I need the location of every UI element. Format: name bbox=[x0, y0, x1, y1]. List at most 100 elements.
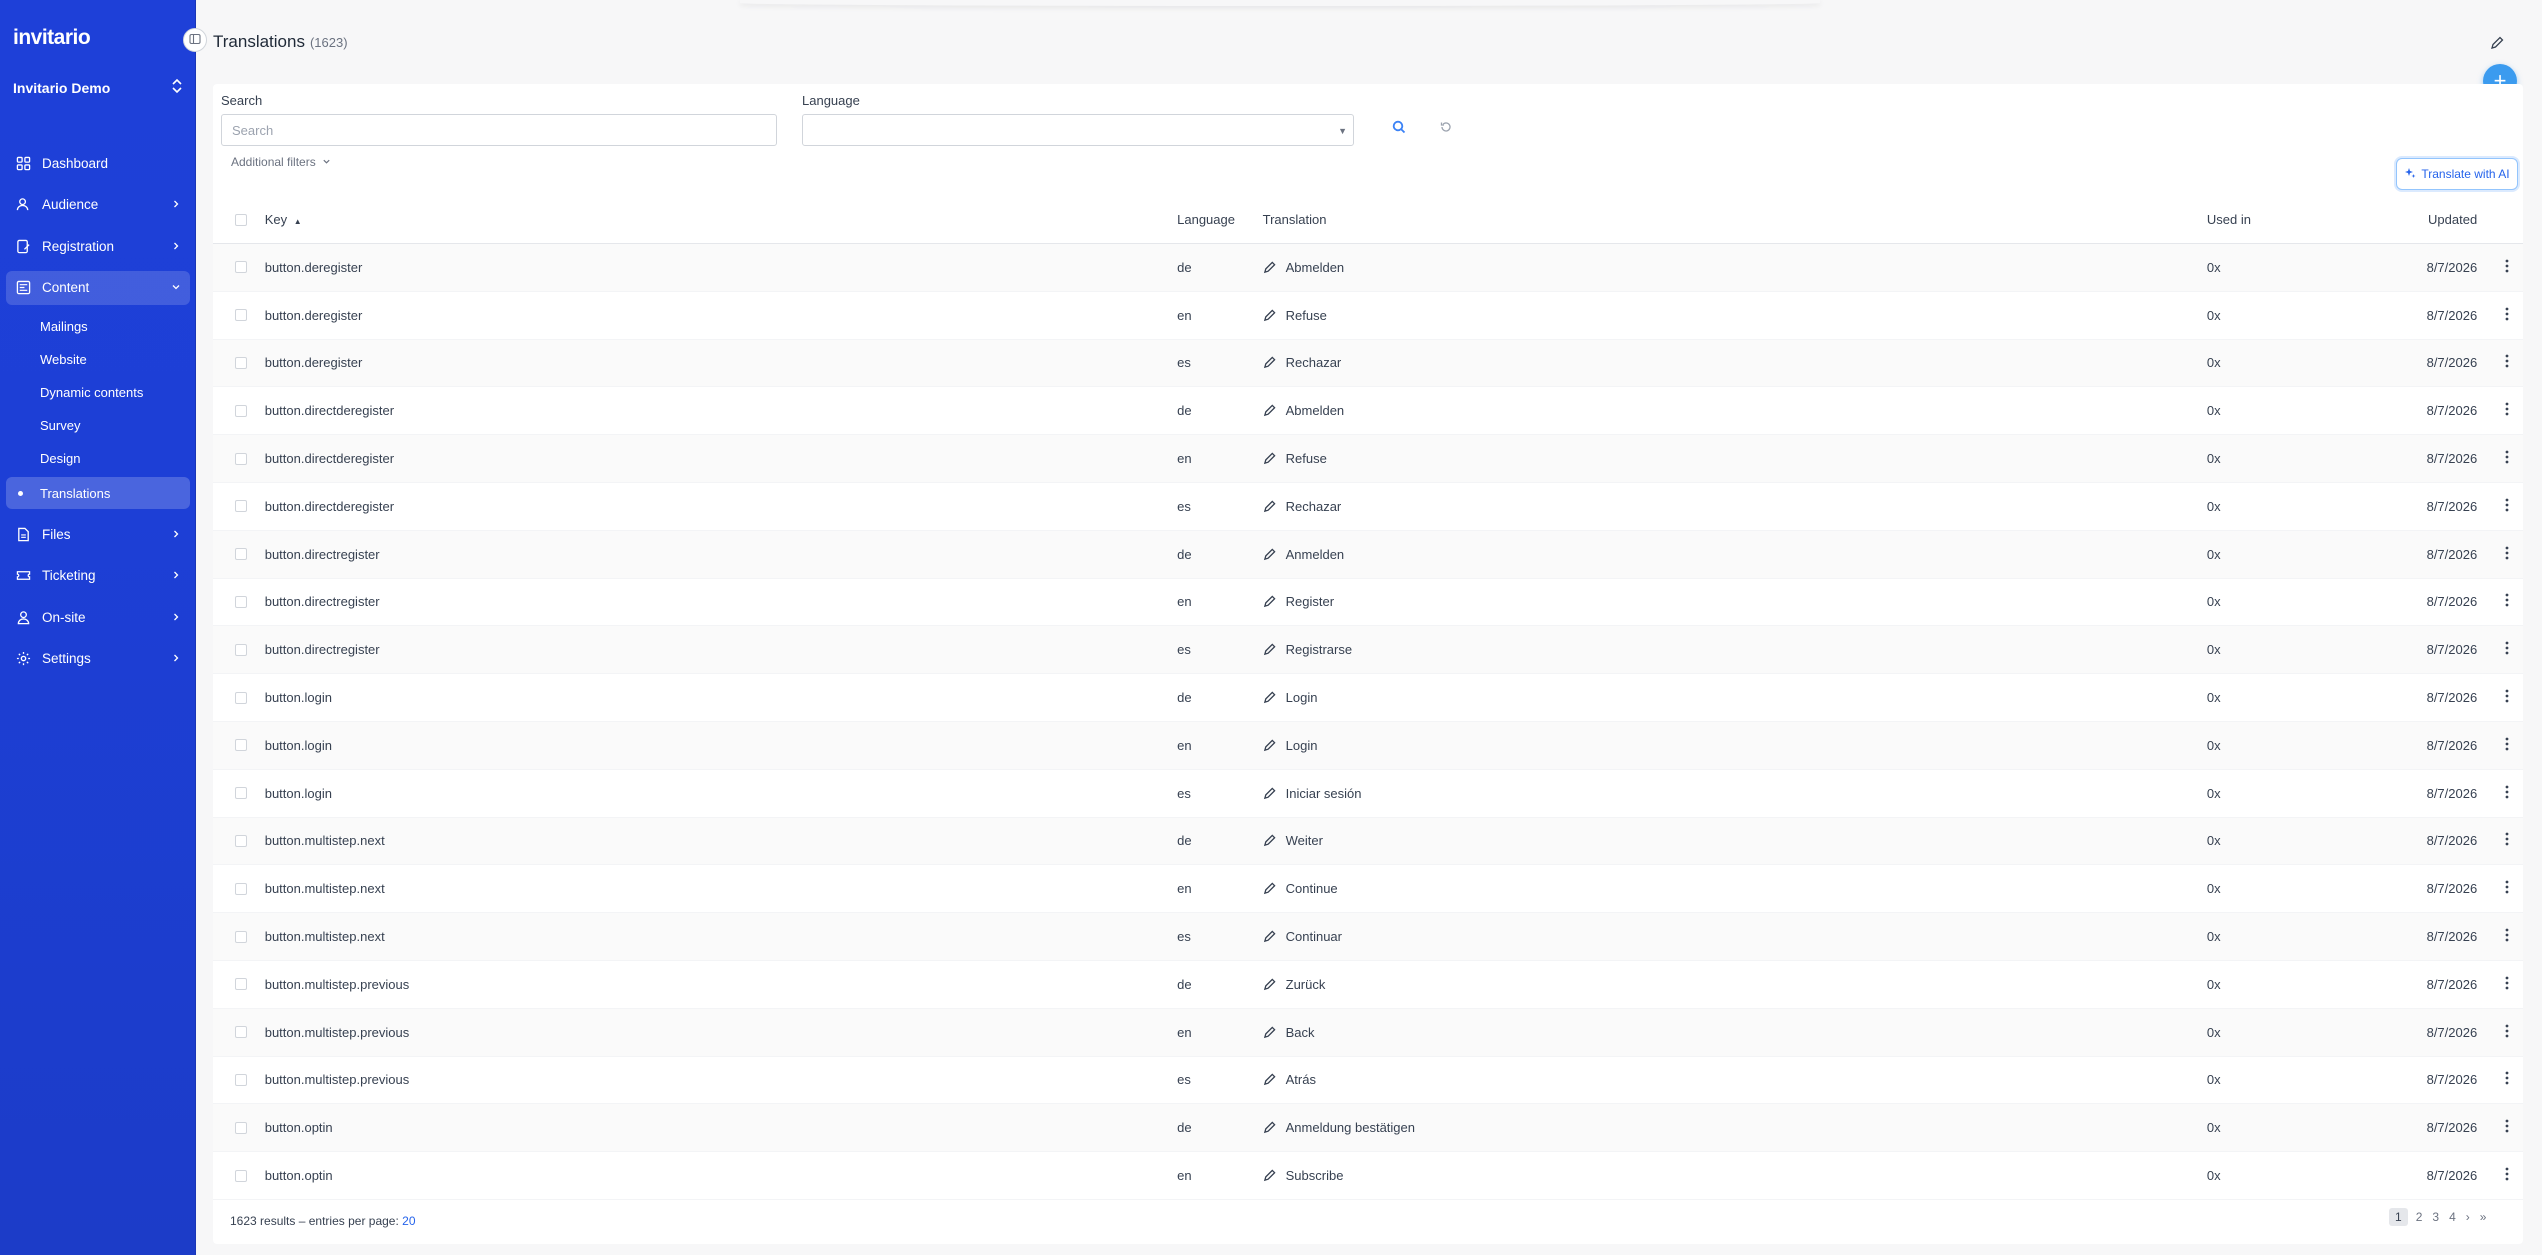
pencil-icon[interactable] bbox=[1263, 1026, 1276, 1039]
cell-translation[interactable]: Zurück bbox=[1263, 977, 2207, 992]
row-actions-button[interactable] bbox=[2491, 354, 2523, 371]
cell-translation[interactable]: Refuse bbox=[1263, 451, 2207, 466]
pencil-icon[interactable] bbox=[1263, 882, 1276, 895]
pencil-icon[interactable] bbox=[1263, 452, 1276, 465]
row-checkbox[interactable] bbox=[235, 548, 248, 561]
edit-page-button[interactable] bbox=[2490, 36, 2504, 53]
row-actions-button[interactable] bbox=[2491, 785, 2523, 802]
row-actions-button[interactable] bbox=[2491, 641, 2523, 658]
search-input[interactable] bbox=[221, 114, 777, 146]
row-actions-button[interactable] bbox=[2491, 402, 2523, 419]
entries-per-page-value[interactable]: 20 bbox=[402, 1214, 415, 1228]
cell-translation[interactable]: Rechazar bbox=[1263, 499, 2207, 514]
sidebar-subitem-survey[interactable]: Survey bbox=[6, 411, 190, 439]
cell-translation[interactable]: Refuse bbox=[1263, 308, 2207, 323]
row-checkbox[interactable] bbox=[235, 739, 248, 752]
row-actions-button[interactable] bbox=[2491, 928, 2523, 945]
next-page-button[interactable]: › bbox=[2466, 1210, 2470, 1224]
row-actions-button[interactable] bbox=[2491, 259, 2523, 276]
cell-translation[interactable]: Register bbox=[1263, 594, 2207, 609]
row-checkbox[interactable] bbox=[235, 404, 248, 417]
pencil-icon[interactable] bbox=[1263, 739, 1276, 752]
pencil-icon[interactable] bbox=[1263, 500, 1276, 513]
cell-translation[interactable]: Continue bbox=[1263, 881, 2207, 896]
row-checkbox[interactable] bbox=[235, 309, 248, 322]
row-actions-button[interactable] bbox=[2491, 976, 2523, 993]
sidebar-subitem-translations[interactable]: Translations bbox=[6, 477, 190, 509]
row-actions-button[interactable] bbox=[2491, 450, 2523, 467]
reset-filters-button[interactable] bbox=[1439, 120, 1453, 137]
row-actions-button[interactable] bbox=[2491, 1119, 2523, 1136]
row-actions-button[interactable] bbox=[2491, 498, 2523, 515]
row-checkbox[interactable] bbox=[235, 1073, 248, 1086]
row-checkbox[interactable] bbox=[235, 1169, 248, 1182]
sidebar-item-audience[interactable]: Audience bbox=[6, 188, 190, 222]
row-checkbox[interactable] bbox=[235, 356, 248, 369]
row-actions-button[interactable] bbox=[2491, 307, 2523, 324]
column-key[interactable]: Key ▲ bbox=[265, 212, 1177, 227]
sidebar-item-files[interactable]: Files bbox=[6, 517, 190, 551]
sidebar-subitem-design[interactable]: Design bbox=[6, 444, 190, 472]
sidebar-item-settings[interactable]: Settings bbox=[6, 642, 190, 676]
pencil-icon[interactable] bbox=[1263, 595, 1276, 608]
row-checkbox[interactable] bbox=[235, 643, 248, 656]
page-3-button[interactable]: 3 bbox=[2432, 1210, 2439, 1224]
column-translation[interactable]: Translation bbox=[1263, 212, 2207, 227]
row-checkbox[interactable] bbox=[235, 834, 248, 847]
cell-translation[interactable]: Iniciar sesión bbox=[1263, 786, 2207, 801]
row-actions-button[interactable] bbox=[2491, 546, 2523, 563]
page-1-button[interactable]: 1 bbox=[2389, 1208, 2408, 1226]
cell-translation[interactable]: Weiter bbox=[1263, 833, 2207, 848]
column-used-in[interactable]: Used in bbox=[2207, 212, 2380, 227]
sidebar-subitem-dynamic-contents[interactable]: Dynamic contents bbox=[6, 378, 190, 406]
row-actions-button[interactable] bbox=[2491, 1167, 2523, 1184]
last-page-button[interactable]: » bbox=[2480, 1210, 2487, 1224]
sidebar-item-registration[interactable]: Registration bbox=[6, 229, 190, 263]
row-checkbox[interactable] bbox=[235, 1026, 248, 1039]
column-updated[interactable]: Updated bbox=[2380, 212, 2477, 227]
sidebar-item-dashboard[interactable]: Dashboard bbox=[6, 146, 190, 180]
row-checkbox[interactable] bbox=[235, 452, 248, 465]
row-actions-button[interactable] bbox=[2491, 689, 2523, 706]
pencil-icon[interactable] bbox=[1263, 691, 1276, 704]
pencil-icon[interactable] bbox=[1263, 309, 1276, 322]
cell-translation[interactable]: Subscribe bbox=[1263, 1168, 2207, 1183]
row-actions-button[interactable] bbox=[2491, 880, 2523, 897]
cell-translation[interactable]: Registrarse bbox=[1263, 642, 2207, 657]
cell-translation[interactable]: Continuar bbox=[1263, 929, 2207, 944]
row-checkbox[interactable] bbox=[235, 595, 248, 608]
sidebar-subitem-website[interactable]: Website bbox=[6, 345, 190, 373]
select-all-checkbox[interactable] bbox=[235, 213, 248, 226]
pencil-icon[interactable] bbox=[1263, 261, 1276, 274]
row-checkbox[interactable] bbox=[235, 930, 248, 943]
page-4-button[interactable]: 4 bbox=[2449, 1210, 2456, 1224]
row-checkbox[interactable] bbox=[235, 1121, 248, 1134]
cell-translation[interactable]: Rechazar bbox=[1263, 355, 2207, 370]
cell-translation[interactable]: Back bbox=[1263, 1025, 2207, 1040]
pencil-icon[interactable] bbox=[1263, 834, 1276, 847]
cell-translation[interactable]: Login bbox=[1263, 738, 2207, 753]
pencil-icon[interactable] bbox=[1263, 978, 1276, 991]
pencil-icon[interactable] bbox=[1263, 930, 1276, 943]
pencil-icon[interactable] bbox=[1263, 548, 1276, 561]
row-actions-button[interactable] bbox=[2491, 1071, 2523, 1088]
sidebar-item-on-site[interactable]: On-site bbox=[6, 600, 190, 634]
pencil-icon[interactable] bbox=[1263, 356, 1276, 369]
pencil-icon[interactable] bbox=[1263, 787, 1276, 800]
language-select[interactable]: ▼ bbox=[802, 114, 1354, 146]
additional-filters-toggle[interactable]: Additional filters bbox=[231, 155, 331, 169]
row-checkbox[interactable] bbox=[235, 978, 248, 991]
pencil-icon[interactable] bbox=[1263, 1121, 1276, 1134]
pencil-icon[interactable] bbox=[1263, 1169, 1276, 1182]
cell-translation[interactable]: Anmelden bbox=[1263, 547, 2207, 562]
cell-translation[interactable]: Abmelden bbox=[1263, 260, 2207, 275]
workspace-switcher[interactable]: Invitario Demo bbox=[13, 78, 183, 97]
search-button[interactable] bbox=[1392, 120, 1406, 137]
sidebar-subitem-mailings[interactable]: Mailings bbox=[6, 312, 190, 340]
cell-translation[interactable]: Atrás bbox=[1263, 1072, 2207, 1087]
sidebar-item-content[interactable]: Content bbox=[6, 270, 190, 305]
row-actions-button[interactable] bbox=[2491, 593, 2523, 610]
cell-translation[interactable]: Login bbox=[1263, 690, 2207, 705]
row-actions-button[interactable] bbox=[2491, 832, 2523, 849]
row-actions-button[interactable] bbox=[2491, 737, 2523, 754]
